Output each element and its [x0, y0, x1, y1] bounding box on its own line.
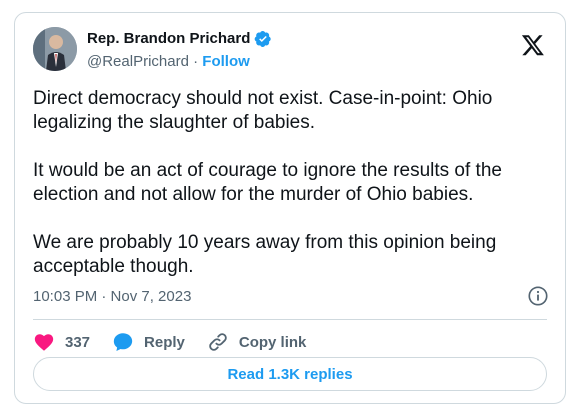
- like-button[interactable]: 337: [33, 331, 90, 353]
- tweet-timestamp[interactable]: 10:03 PM · Nov 7, 2023: [33, 287, 191, 307]
- reply-label: Reply: [144, 333, 185, 351]
- author-block: Rep. Brandon Prichard @RealPrichard · Fo…: [87, 29, 272, 72]
- info-icon[interactable]: [527, 285, 549, 307]
- tweet-header: Rep. Brandon Prichard @RealPrichard · Fo…: [33, 27, 551, 75]
- avatar[interactable]: [33, 27, 77, 71]
- author-handle[interactable]: @RealPrichard: [87, 53, 189, 70]
- verified-badge-icon: [254, 30, 272, 48]
- heart-icon: [33, 331, 55, 353]
- read-replies-button[interactable]: Read 1.3K replies: [33, 357, 547, 391]
- tweet-body: Direct democracy should not exist. Case-…: [33, 88, 502, 277]
- copy-link-label: Copy link: [238, 333, 307, 351]
- divider: [33, 319, 547, 320]
- handle-separator: ·: [193, 53, 199, 70]
- reply-bubble-icon: [112, 331, 134, 353]
- like-count: 337: [65, 333, 91, 351]
- copy-link-button[interactable]: Copy link: [207, 331, 307, 353]
- author-name[interactable]: Rep. Brandon Prichard: [87, 29, 250, 49]
- action-bar: 337 Reply Copy link: [33, 327, 306, 357]
- tweet-card: Rep. Brandon Prichard @RealPrichard · Fo…: [14, 12, 566, 404]
- x-logo-icon[interactable]: [521, 33, 545, 57]
- follow-button[interactable]: Follow: [202, 53, 250, 70]
- reply-button[interactable]: Reply: [112, 331, 185, 353]
- link-icon: [207, 331, 229, 353]
